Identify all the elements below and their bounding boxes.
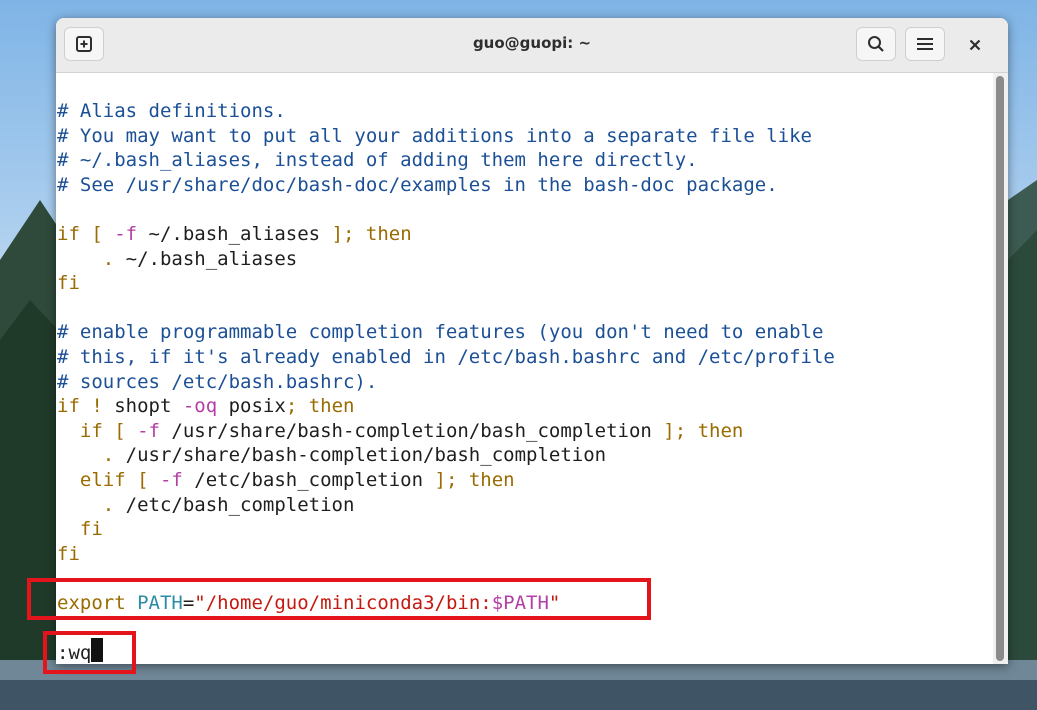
- code-token: elif [: [57, 469, 160, 491]
- code-token: # ~/.bash_aliases, instead of adding the…: [57, 149, 698, 172]
- code-token: posix: [217, 395, 286, 418]
- close-button[interactable]: [962, 32, 988, 58]
- editor-line: # enable programmable completion feature…: [57, 320, 823, 345]
- code-token: .: [57, 247, 126, 270]
- code-token: -oq: [182, 395, 218, 418]
- hamburger-menu-icon: [917, 38, 933, 50]
- code-token: fi: [57, 272, 80, 295]
- code-token: if !: [57, 395, 115, 418]
- code-token: # You may want to put all your additions…: [57, 124, 812, 147]
- editor-line: fi: [57, 517, 103, 542]
- code-token: if [: [57, 419, 138, 442]
- close-icon: [969, 39, 981, 51]
- highlight-box-command: [43, 631, 136, 674]
- code-token: fi: [57, 542, 80, 565]
- code-token: ]; then: [331, 223, 412, 245]
- code-token: ~/.bash_aliases: [125, 247, 298, 270]
- terminal-content[interactable]: # Alias definitions. # You may want to pu…: [56, 73, 1008, 664]
- editor-line: if [ -f ~/.bash_aliases ]; then: [57, 222, 412, 247]
- editor-line: # this, if it's already enabled in /etc/…: [57, 345, 835, 370]
- editor-line: . ~/.bash_aliases: [57, 247, 297, 272]
- editor-line: # Alias definitions.: [57, 99, 286, 124]
- search-icon: [868, 36, 884, 52]
- header-bar: guo@guopi: ~: [56, 18, 1008, 73]
- editor-line: if [ -f /usr/share/bash-completion/bash_…: [57, 419, 744, 444]
- code-token: ]; then: [663, 419, 744, 442]
- menu-button[interactable]: [905, 27, 945, 61]
- code-token: /usr/share/bash-completion/bash_completi…: [159, 419, 664, 442]
- window-title: guo@guopi: ~: [472, 34, 592, 52]
- editor-line: . /usr/share/bash-completion/bash_comple…: [57, 443, 606, 468]
- editor-line: fi: [57, 271, 80, 296]
- editor-line: # ~/.bash_aliases, instead of adding the…: [57, 148, 698, 173]
- code-token: # See /usr/share/doc/bash-doc/examples i…: [57, 173, 778, 196]
- new-tab-icon: [76, 36, 92, 52]
- code-token: if [: [57, 223, 115, 245]
- code-token: /usr/share/bash-completion/bash_completi…: [125, 444, 607, 467]
- code-token: -f: [159, 469, 183, 491]
- search-button[interactable]: [856, 27, 896, 61]
- code-token: -f: [114, 223, 138, 245]
- editor-line: fi: [57, 542, 80, 567]
- editor-line: elif [ -f /etc/bash_completion ]; then: [57, 468, 515, 493]
- code-token: .: [57, 444, 126, 467]
- code-token: # Alias definitions.: [57, 100, 286, 122]
- editor-line: . /etc/bash_completion: [57, 493, 355, 518]
- code-token: # sources /etc/bash.bashrc).: [57, 370, 378, 393]
- code-token: shopt: [114, 395, 183, 418]
- editor-line: # You may want to put all your additions…: [57, 124, 812, 149]
- highlight-box-export-line: [27, 578, 651, 620]
- code-token: -f: [137, 419, 160, 442]
- code-token: # enable programmable completion feature…: [57, 321, 824, 344]
- editor-line: # See /usr/share/doc/bash-doc/examples i…: [57, 173, 778, 198]
- code-token: ; then: [285, 395, 355, 418]
- code-token: # this, if it's already enabled in /etc/…: [57, 346, 835, 368]
- code-token: fi: [57, 518, 103, 541]
- code-token: /etc/bash_completion: [182, 469, 435, 491]
- code-token: /etc/bash_completion: [125, 493, 355, 516]
- editor-line: # sources /etc/bash.bashrc).: [57, 370, 377, 395]
- code-token: .: [57, 493, 126, 516]
- editor-line: if ! shopt -oq posix; then: [57, 394, 354, 419]
- code-token: ~/.bash_aliases: [137, 223, 332, 245]
- new-tab-button[interactable]: [64, 27, 104, 61]
- code-token: ]; then: [434, 469, 515, 491]
- terminal-window: guo@guopi: ~ # Alias definitions. # You m…: [56, 18, 1008, 664]
- scrollbar-thumb[interactable]: [996, 76, 1004, 661]
